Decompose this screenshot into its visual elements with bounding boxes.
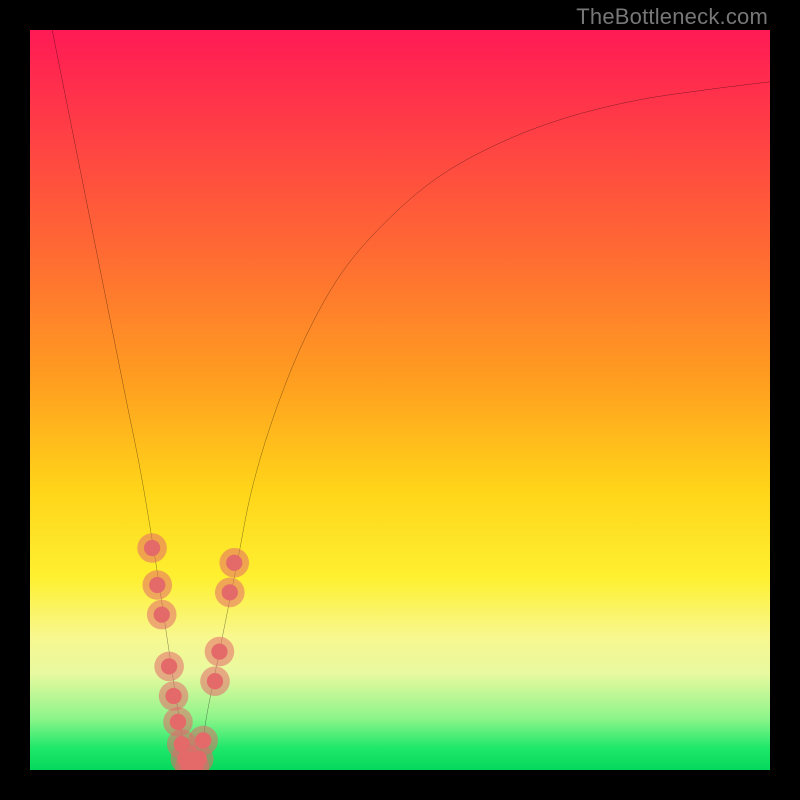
marker-inner xyxy=(161,658,177,674)
chart-stage: TheBottleneck.com xyxy=(0,0,800,800)
marker-inner xyxy=(195,732,211,748)
marker-inner xyxy=(144,540,160,556)
marker-inner xyxy=(222,584,238,600)
watermark-text: TheBottleneck.com xyxy=(576,4,768,30)
marker-inner xyxy=(149,577,165,593)
highlighted-points-group xyxy=(137,533,249,770)
marker-inner xyxy=(207,673,223,689)
marker-inner xyxy=(154,606,170,622)
marker-inner xyxy=(165,688,181,704)
marker-inner xyxy=(170,714,186,730)
curve-svg xyxy=(30,30,770,770)
marker-inner xyxy=(211,643,227,659)
marker-inner xyxy=(226,555,242,571)
plot-area xyxy=(30,30,770,770)
